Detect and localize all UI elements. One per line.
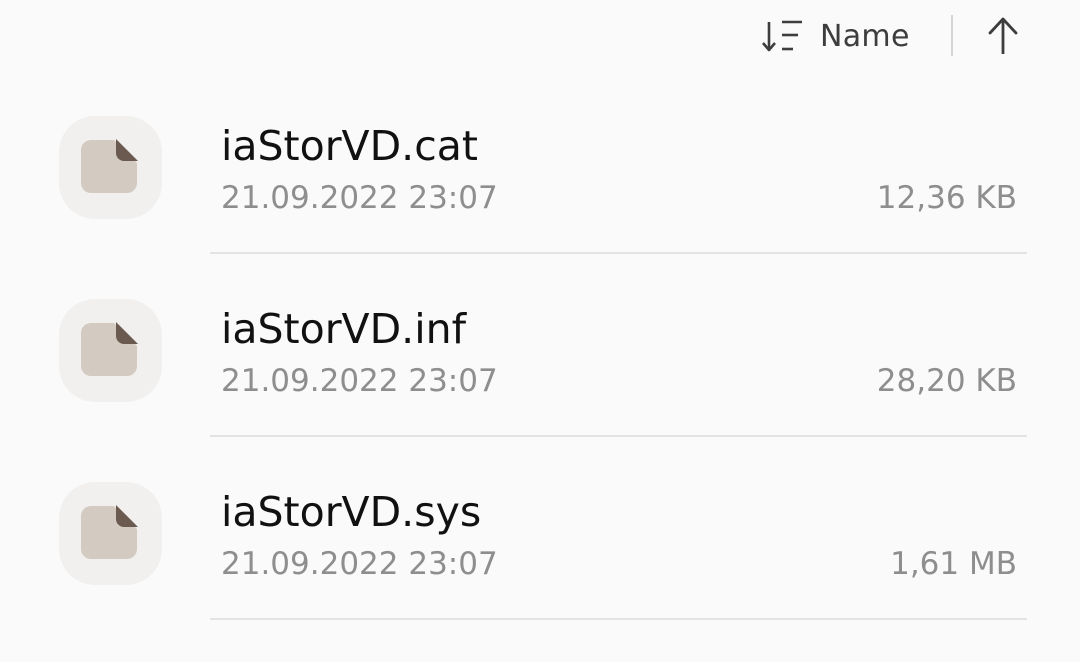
file-date: 21.09.2022 23:07 — [221, 180, 498, 216]
file-date: 21.09.2022 23:07 — [221, 363, 498, 399]
sort-lines-icon — [760, 16, 804, 56]
file-row[interactable]: iaStorVD.sys 21.09.2022 23:07 1,61 MB — [0, 440, 1080, 620]
file-list-screen: Name iaStorVD.cat 21.09.2022 23:07 12,36… — [0, 0, 1080, 662]
file-name: iaStorVD.sys — [221, 488, 482, 536]
file-size: 1,61 MB — [890, 546, 1017, 582]
sort-bar: Name — [0, 0, 1080, 74]
sort-order-button[interactable] — [982, 14, 1024, 58]
arrow-up-icon — [982, 17, 1024, 62]
sort-label: Name — [820, 18, 910, 54]
document-icon — [59, 299, 162, 402]
file-name: iaStorVD.cat — [221, 122, 478, 170]
file-row[interactable]: iaStorVD.inf 21.09.2022 23:07 28,20 KB — [0, 257, 1080, 437]
file-size: 12,36 KB — [876, 180, 1017, 216]
row-divider — [210, 252, 1027, 254]
sort-divider — [951, 15, 953, 56]
sort-by-button[interactable]: Name — [760, 10, 910, 62]
file-row[interactable]: iaStorVD.cat 21.09.2022 23:07 12,36 KB — [0, 74, 1080, 254]
file-name: iaStorVD.inf — [221, 305, 467, 353]
document-icon — [59, 482, 162, 585]
file-date: 21.09.2022 23:07 — [221, 546, 498, 582]
row-divider — [210, 435, 1027, 437]
document-icon — [59, 116, 162, 219]
file-size: 28,20 KB — [876, 363, 1017, 399]
row-divider — [210, 618, 1027, 620]
